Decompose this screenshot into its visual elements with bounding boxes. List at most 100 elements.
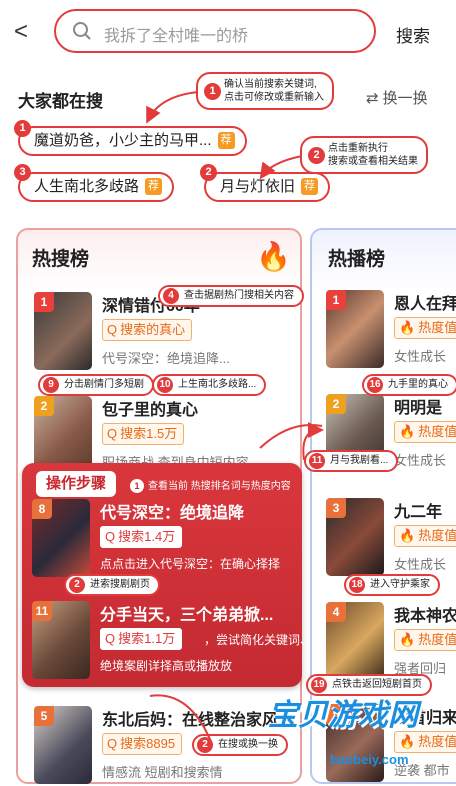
- badge-label: 搜索1.1万: [118, 631, 176, 646]
- refresh-icon: ⇄: [366, 90, 379, 107]
- item-badge: 🔥 热度值: [394, 317, 456, 339]
- item-title: 分手当天，三个弟弟掀...: [100, 607, 274, 624]
- annotation-pill: 4 查击据剧热门搜相关内容: [158, 285, 304, 307]
- operation-subtitle: 1 查看当前 热搜排名词与热度内容: [130, 477, 291, 493]
- step-marker: 2: [308, 147, 325, 164]
- step-marker: 18: [349, 577, 365, 593]
- list-item[interactable]: 4 我本神农 🔥 热度值 强者回归: [326, 602, 456, 682]
- annotation-text: 九手里的真心: [388, 379, 448, 390]
- search-icon: Q: [107, 736, 118, 751]
- watermark-url: baobeiy.com: [330, 752, 409, 767]
- recommend-tag: 荐: [217, 132, 235, 149]
- back-icon[interactable]: <: [14, 20, 36, 44]
- item-title: 明明是: [394, 400, 443, 417]
- badge-label: 热度值: [418, 632, 456, 647]
- flame-icon: 🔥: [399, 528, 416, 543]
- item-title: 包子里的真心: [102, 402, 199, 419]
- callout-1: 1 确认当前搜索关键词, 点击可修改或重新输入: [196, 72, 334, 110]
- operation-subtitle-text: 查看当前 热搜排名词与热度内容: [148, 481, 291, 492]
- item-title: 代号深空：绝境追降: [100, 505, 245, 522]
- item-title: 我本神农: [394, 608, 456, 625]
- flame-icon: 🔥: [399, 632, 416, 647]
- annotation-text: 在搜或换一换: [218, 739, 278, 750]
- search-icon: Q: [105, 529, 116, 544]
- list-item[interactable]: 1 恩人在拜 🔥 热度值 女性成长: [326, 290, 456, 370]
- search-input[interactable]: 我拆了全村唯一的桥: [54, 9, 376, 53]
- search-placeholder: 我拆了全村唯一的桥: [104, 28, 249, 45]
- annotation-text: 点铁击返回短剧首页: [332, 679, 422, 690]
- step-marker: 10: [157, 377, 173, 393]
- rank-badge: 3: [326, 498, 346, 518]
- chip-1[interactable]: 魔道奶爸，小少主的马甲... 荐: [18, 126, 247, 156]
- item-badge: Q 搜索1.1万: [100, 628, 183, 650]
- item-badge: 🔥 热度值: [394, 731, 456, 753]
- item-desc: ，尝试简化关键词、: [204, 633, 313, 647]
- callout-text: 搜索或查看相关结果: [328, 156, 418, 167]
- callout-text: 点击重新执行: [328, 143, 388, 154]
- item-title: 恩人在拜: [394, 296, 456, 313]
- item-badge: Q 搜索1.4万: [100, 526, 183, 548]
- flame-icon: 🔥: [399, 734, 416, 749]
- list-item[interactable]: 11 分手当天，三个弟弟掀... Q 搜索1.1万 ，尝试简化关键词、 绝境案剧详…: [32, 601, 312, 681]
- chip-label: 魔道奶爸，小少主的马甲...: [34, 132, 212, 149]
- annotation-text: 分击剧情门多短剧: [64, 379, 144, 390]
- annotation-text: 上生南北多歧路...: [178, 379, 257, 390]
- callout-2: 2 点击重新执行 搜索或查看相关结果: [300, 136, 428, 174]
- badge-label: 热度值: [418, 320, 456, 335]
- badge-label: 热度值: [418, 734, 456, 749]
- annotation-pill: 16 九手里的真心: [362, 374, 456, 396]
- item-desc: 情感流 短剧和搜索情: [102, 765, 223, 780]
- annotation-text: 进索搜剧剧页: [90, 579, 150, 590]
- search-icon: Q: [107, 426, 118, 441]
- item-desc: 女性成长: [394, 453, 447, 468]
- list-item[interactable]: 8 代号深空：绝境追降 Q 搜索1.4万 点点击进入代号深空：在确心择择: [32, 499, 298, 579]
- chip-2[interactable]: 人生南北多歧路荐: [18, 172, 175, 202]
- step-marker: 9: [43, 377, 59, 393]
- chip-label: 人生南北多歧路: [34, 178, 140, 195]
- step-marker: 2: [69, 577, 85, 593]
- item-desc: 点点击进入代号深空：在确心择择: [100, 557, 281, 571]
- step-marker: 1: [14, 120, 31, 137]
- search-icon: Q: [107, 322, 118, 337]
- flame-icon: 🔥: [399, 424, 416, 439]
- rank-badge: 2: [326, 394, 346, 414]
- badge-label: 搜索的真心: [120, 322, 186, 337]
- badge-label: 搜索1.5万: [120, 426, 178, 441]
- step-marker: 3: [14, 164, 31, 181]
- item-badge: 🔥 热度值: [394, 629, 456, 651]
- step-marker: 1: [204, 83, 221, 100]
- section-title: 大家都在搜: [18, 92, 103, 111]
- annotation-text: 查击据剧热门搜相关内容: [184, 290, 294, 301]
- annotation-text: 进入守护乘家: [370, 579, 430, 590]
- item-desc: 女性成长: [394, 557, 447, 572]
- refresh-button[interactable]: ⇄ 换一换: [362, 87, 428, 108]
- step-marker: 11: [309, 453, 325, 469]
- annotation-pill: 18 进入守护乘家: [344, 574, 440, 596]
- rank-badge: 2: [34, 396, 54, 416]
- step-marker: 4: [163, 288, 179, 304]
- item-title: 东北后妈：在线整治家风: [102, 712, 279, 729]
- annotation-pill: 2 在搜或换一换: [192, 734, 288, 756]
- annotation-pill: 2 进索搜剧剧页: [64, 574, 160, 596]
- chip-3[interactable]: 月与灯依旧荐: [204, 172, 331, 202]
- refresh-label: 换一换: [382, 90, 428, 107]
- rank-badge: 5: [34, 706, 54, 726]
- item-badge: Q 搜索8895: [102, 733, 183, 755]
- annotation-pill: 9 分击剧情门多短剧: [38, 374, 154, 396]
- badge-label: 热度值: [418, 528, 456, 543]
- item-desc: 代号深空：绝境追降...: [102, 351, 230, 366]
- item-title: 九二年: [394, 504, 443, 521]
- flame-icon: 🔥: [399, 320, 416, 335]
- badge-label: 搜索8895: [120, 736, 176, 751]
- search-icon: [73, 22, 91, 40]
- callout-text: 点击可修改或重新输入: [224, 92, 324, 103]
- list-item[interactable]: 3 九二年 🔥 热度值 女性成长: [326, 498, 456, 578]
- callout-text: 确认当前搜索关键词,: [224, 79, 317, 90]
- rank-badge: 1: [326, 290, 346, 310]
- rank-badge: 1: [34, 292, 54, 312]
- item-desc: 女性成长: [394, 349, 447, 364]
- search-button[interactable]: 搜索: [396, 22, 430, 47]
- step-marker: 16: [367, 377, 383, 393]
- recommend-tag: 荐: [301, 178, 319, 195]
- badge-label: 热度值: [418, 424, 456, 439]
